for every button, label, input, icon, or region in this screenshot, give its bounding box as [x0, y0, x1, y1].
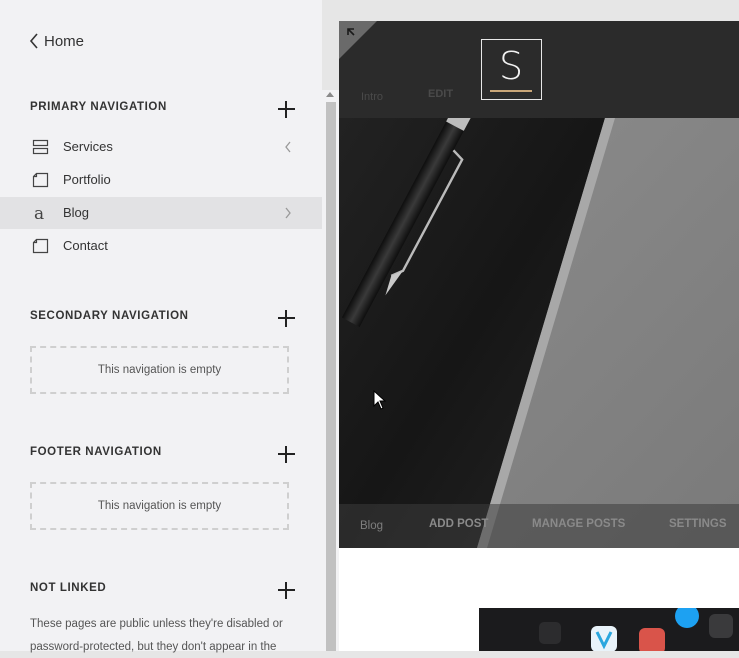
page-icon — [32, 172, 49, 188]
not-linked-title: NOT LINKED — [30, 582, 107, 594]
add-primary-page-button[interactable] — [278, 101, 295, 118]
add-footer-page-button[interactable] — [278, 446, 295, 463]
blog-label: Blog — [360, 520, 384, 532]
nav-item-label: Contact — [63, 238, 108, 253]
secondary-navigation-title: SECONDARY NAVIGATION — [30, 310, 189, 322]
add-post-button[interactable]: ADD POST — [429, 518, 488, 530]
blog-icon: a — [34, 205, 44, 221]
site-preview[interactable]: Intro EDIT S Blog ADD POST MANAGE POSTS … — [339, 21, 739, 651]
page-icon — [32, 238, 49, 254]
blog-settings-button[interactable]: SETTINGS — [669, 518, 727, 530]
nav-item-label: Services — [63, 139, 113, 154]
nav-item-label: Blog — [63, 205, 90, 220]
pages-panel: Home PRIMARY NAVIGATION Services Portfol… — [0, 0, 322, 653]
nav-item-blog[interactable]: a Blog — [0, 197, 322, 229]
svg-text:a: a — [34, 205, 44, 221]
logo-letter: S — [498, 44, 524, 88]
mouse-cursor-icon — [373, 390, 387, 410]
chevron-left-icon — [29, 33, 38, 49]
add-not-linked-page-button[interactable] — [278, 582, 295, 599]
nav-item-label: Portfolio — [63, 172, 111, 187]
add-secondary-page-button[interactable] — [278, 310, 295, 327]
scrollbar-thumb[interactable] — [326, 102, 336, 651]
folder-icon — [32, 139, 49, 155]
not-linked-description: These pages are public unless they're di… — [30, 618, 283, 653]
pen-on-notebook-image — [339, 118, 739, 548]
chevron-right-icon — [285, 207, 291, 219]
nav-item-portfolio[interactable]: Portfolio — [0, 164, 322, 196]
scroll-up-arrow-icon[interactable] — [326, 92, 334, 97]
hero-banner-image — [339, 118, 739, 548]
manage-posts-button[interactable]: MANAGE POSTS — [532, 518, 625, 530]
phone-apps-image — [479, 608, 739, 651]
home-back-link[interactable]: Home — [28, 32, 84, 50]
secondary-empty-dropzone[interactable]: This navigation is empty — [30, 346, 289, 394]
header-edit-button[interactable]: EDIT — [428, 88, 453, 100]
site-header: Intro EDIT S — [339, 21, 739, 118]
primary-navigation-title: PRIMARY NAVIGATION — [30, 101, 167, 113]
blog-toolbar: Blog ADD POST MANAGE POSTS SETTINGS — [339, 504, 739, 548]
chevron-left-icon — [285, 141, 291, 153]
logo-underline — [490, 90, 532, 92]
nav-item-services[interactable]: Services — [0, 131, 322, 163]
arrow-up-left-icon — [347, 28, 355, 36]
header-link-intro[interactable]: Intro — [361, 91, 383, 103]
site-logo[interactable]: S — [481, 39, 542, 100]
collapse-preview-button[interactable] — [339, 21, 377, 59]
footer-empty-dropzone[interactable]: This navigation is empty — [30, 482, 289, 530]
blog-post-thumbnail[interactable] — [479, 608, 739, 651]
nav-item-contact[interactable]: Contact — [0, 230, 322, 262]
home-label: Home — [44, 32, 85, 50]
footer-navigation-title: FOOTER NAVIGATION — [30, 446, 162, 458]
